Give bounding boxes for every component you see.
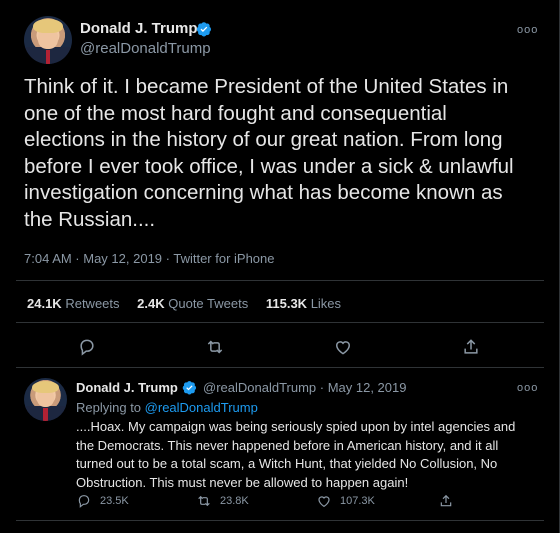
divider xyxy=(16,520,544,521)
retweet-icon[interactable] xyxy=(205,337,225,357)
reply-author-name[interactable]: Donald J. Trump xyxy=(76,380,178,395)
more-icon[interactable]: ooo xyxy=(517,24,538,36)
reply-count: 23.5K xyxy=(100,495,129,507)
likes-count: 115.3K xyxy=(265,296,308,311)
quote-tweets-count: 2.4K xyxy=(137,296,165,311)
reply-reply-action[interactable]: 23.5K xyxy=(76,493,129,509)
reply-author-avatar[interactable] xyxy=(24,378,67,421)
retweets-stat[interactable]: 24.1K Retweets xyxy=(27,296,120,311)
reply-icon[interactable] xyxy=(77,337,97,357)
quote-tweets-stat[interactable]: 2.4K Quote Tweets xyxy=(137,296,248,311)
share-icon[interactable] xyxy=(461,337,481,357)
share-icon xyxy=(440,494,452,507)
divider xyxy=(16,322,544,323)
retweet-icon xyxy=(198,495,210,507)
tweet-stats: 24.1K Retweets 2.4K Quote Tweets 115.3K … xyxy=(27,296,355,311)
tweet-timestamp[interactable]: 7:04 AM · May 12, 2019 · Twitter for iPh… xyxy=(24,251,275,266)
author-avatar[interactable] xyxy=(24,16,72,64)
retweets-label: Retweets xyxy=(65,296,120,311)
tweet-text: Think of it. I became President of the U… xyxy=(24,75,514,231)
likes-stat[interactable]: 115.3K Likes xyxy=(266,296,341,311)
like-icon[interactable] xyxy=(333,337,353,357)
divider xyxy=(16,280,544,281)
replying-to-prefix: Replying to xyxy=(76,400,142,415)
retweets-count: 24.1K xyxy=(27,296,62,311)
author-handle[interactable]: @realDonaldTrump xyxy=(80,40,211,57)
reply-share-action[interactable] xyxy=(438,493,454,509)
reply-tweet-text: ....Hoax. My campaign was being seriousl… xyxy=(76,419,516,490)
reply-icon xyxy=(78,495,90,508)
replying-to: Replying to @realDonaldTrump xyxy=(76,400,258,415)
verified-badge-icon xyxy=(182,381,197,395)
likes-label: Likes xyxy=(310,296,342,311)
quote-tweets-label: Quote Tweets xyxy=(168,296,249,311)
divider xyxy=(16,367,544,368)
replying-to-link[interactable]: @realDonaldTrump xyxy=(145,400,258,415)
more-icon[interactable]: ooo xyxy=(517,382,538,394)
reply-handle-date[interactable]: @realDonaldTrump · May 12, 2019 xyxy=(203,380,406,395)
author-name[interactable]: Donald J. Trump xyxy=(80,20,198,37)
reply-retweet-action[interactable]: 23.8K xyxy=(196,493,249,509)
retweet-count: 23.8K xyxy=(220,495,249,507)
like-icon xyxy=(318,496,330,508)
tweet-thread: Donald J. Trump @realDonaldTrump ooo Thi… xyxy=(0,0,560,533)
reply-like-action[interactable]: 107.3K xyxy=(316,493,375,509)
like-count: 107.3K xyxy=(340,495,375,507)
verified-badge-icon xyxy=(196,22,212,37)
